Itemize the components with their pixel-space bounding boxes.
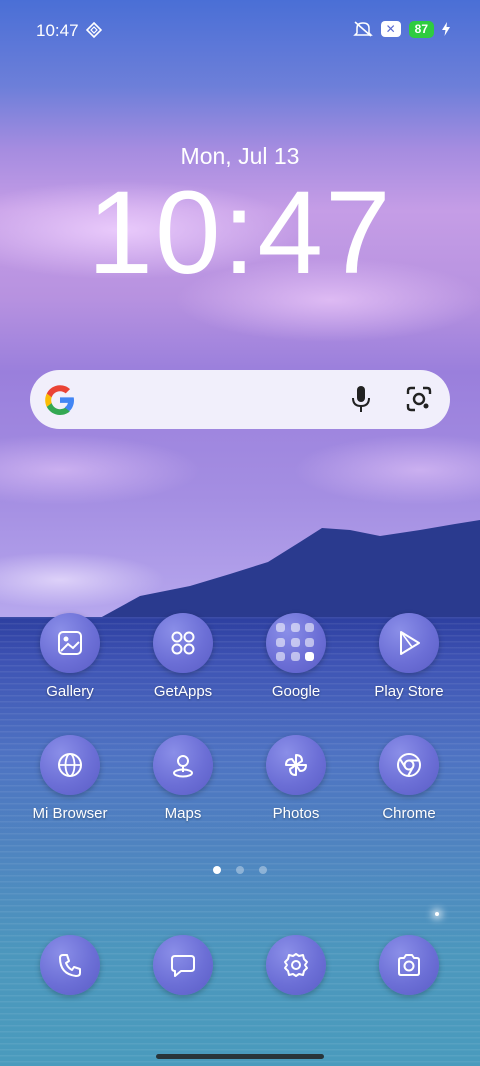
app-gallery[interactable]: Gallery: [15, 613, 125, 700]
page-dot-active[interactable]: [213, 866, 221, 874]
sun-sparkle: [435, 912, 439, 916]
app-label: GetApps: [153, 683, 213, 700]
play-icon: [379, 613, 439, 673]
charging-bolt-icon: [442, 22, 450, 36]
app-label: Maps: [164, 805, 202, 822]
app-label: Google: [271, 683, 321, 700]
folder-icon: [266, 613, 326, 673]
app-folder-google[interactable]: Google: [241, 613, 351, 700]
status-right-icons: ✕ 87: [352, 20, 450, 38]
dock-settings[interactable]: [241, 935, 351, 995]
page-dot[interactable]: [236, 866, 244, 874]
close-badge-icon: ✕: [380, 21, 401, 37]
app-label: Photos: [272, 805, 320, 822]
google-logo-icon: [45, 385, 74, 415]
app-label: Mi Browser: [32, 805, 108, 822]
app-label: Chrome: [382, 805, 436, 822]
messages-icon: [153, 935, 213, 995]
mountain-silhouette: [100, 520, 480, 618]
status-bar: 10:47 ✕ 87: [0, 0, 480, 62]
app-chrome[interactable]: Chrome: [354, 735, 464, 822]
camera-lens-icon[interactable]: [404, 384, 434, 414]
page-indicator: [213, 866, 267, 874]
microphone-icon[interactable]: [350, 384, 372, 414]
lockscreen-clock[interactable]: 10:47: [0, 168, 480, 298]
gallery-icon: [40, 613, 100, 673]
app-maps[interactable]: Maps: [128, 735, 238, 822]
google-search-bar[interactable]: [30, 370, 450, 429]
camera-icon: [379, 935, 439, 995]
chrome-icon: [379, 735, 439, 795]
app-label: Play Store: [374, 683, 444, 700]
dock-phone[interactable]: [15, 935, 125, 995]
lockscreen-date[interactable]: Mon, Jul 13: [0, 143, 480, 170]
location-diamond-icon: [86, 22, 102, 38]
phone-icon: [40, 935, 100, 995]
dock-camera[interactable]: [354, 935, 464, 995]
grid-icon: [153, 613, 213, 673]
page-dot[interactable]: [259, 866, 267, 874]
app-getapps[interactable]: GetApps: [128, 613, 238, 700]
app-label: Gallery: [46, 683, 94, 700]
app-mi-browser[interactable]: Mi Browser: [15, 735, 125, 822]
globe-icon: [40, 735, 100, 795]
pinwheel-icon: [266, 735, 326, 795]
settings-icon: [266, 935, 326, 995]
app-photos[interactable]: Photos: [241, 735, 351, 822]
app-play-store[interactable]: Play Store: [354, 613, 464, 700]
status-time: 10:47: [36, 21, 79, 40]
dock-messages[interactable]: [128, 935, 238, 995]
mute-icon: [352, 21, 373, 37]
gesture-nav-handle[interactable]: [156, 1054, 324, 1059]
battery-indicator: 87: [408, 20, 434, 38]
map-pin-icon: [153, 735, 213, 795]
